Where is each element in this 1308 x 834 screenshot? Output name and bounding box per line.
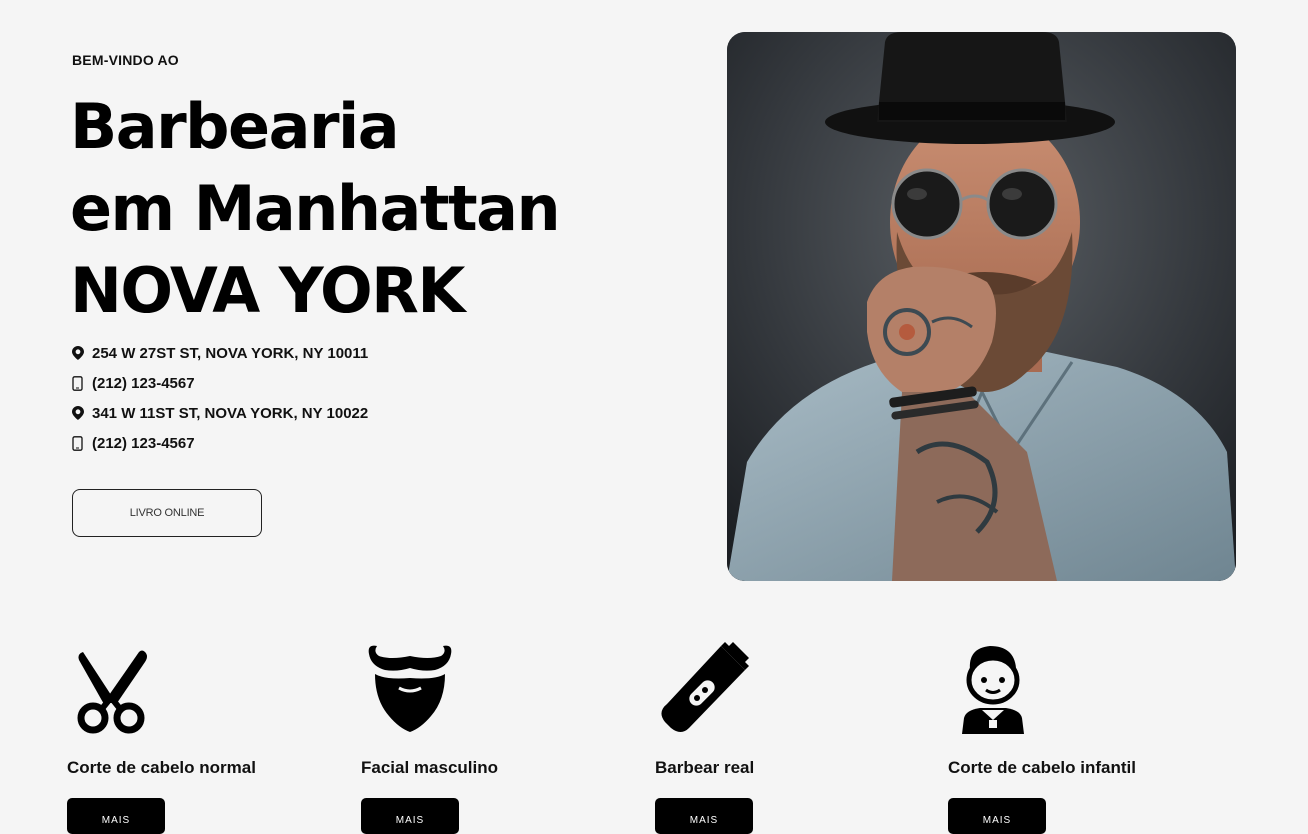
contact-phone-1[interactable]: (212) 123-4567 bbox=[72, 368, 368, 398]
service-card-haircut: Corte de cabelo normal MAIS bbox=[67, 640, 327, 834]
map-pin-icon bbox=[72, 406, 88, 420]
service-card-kids-haircut: Corte de cabelo infantil MAIS bbox=[948, 640, 1208, 834]
welcome-eyebrow: BEM-VINDO AO bbox=[72, 52, 179, 68]
phone-icon bbox=[72, 375, 88, 391]
service-title: Corte de cabelo normal bbox=[67, 758, 256, 777]
service-card-facial: Facial masculino MAIS bbox=[361, 640, 621, 834]
page-title: Barbearia em Manhattan NOVA YORK bbox=[70, 86, 561, 332]
contact-address-1-text: 254 W 27ST ST, NOVA YORK, NY 10011 bbox=[92, 344, 369, 362]
map-pin-icon bbox=[72, 346, 88, 360]
service-more-button[interactable]: MAIS bbox=[948, 798, 1046, 834]
page-title-line-2: em Manhattan bbox=[70, 172, 561, 245]
service-more-button[interactable]: MAIS bbox=[67, 798, 165, 834]
service-card-shave: Barbear real MAIS bbox=[655, 640, 915, 834]
book-online-button[interactable]: LIVRO ONLINE bbox=[72, 489, 262, 537]
hero-photo bbox=[727, 32, 1236, 581]
phone-icon bbox=[72, 435, 88, 451]
contact-phone-2[interactable]: (212) 123-4567 bbox=[72, 428, 368, 458]
bearded-man-illustration bbox=[727, 32, 1236, 581]
scissors-icon bbox=[71, 640, 171, 740]
page: BEM-VINDO AO Barbearia em Manhattan NOVA… bbox=[0, 0, 1308, 834]
page-title-line-1: Barbearia bbox=[70, 90, 400, 163]
contact-address-2: 341 W 11ST ST, NOVA YORK, NY 10022 bbox=[72, 398, 368, 428]
contact-address-2-text: 341 W 11ST ST, NOVA YORK, NY 10022 bbox=[92, 404, 369, 422]
contact-phone-2-text[interactable]: (212) 123-4567 bbox=[92, 435, 195, 452]
service-title: Barbear real bbox=[655, 758, 755, 777]
mustache-beard-icon bbox=[365, 640, 465, 740]
service-more-button[interactable]: MAIS bbox=[655, 798, 753, 834]
page-title-line-3: NOVA YORK bbox=[70, 254, 465, 327]
hair-clipper-icon bbox=[659, 640, 759, 740]
contact-address-1: 254 W 27ST ST, NOVA YORK, NY 10011 bbox=[72, 338, 368, 368]
service-more-button[interactable]: MAIS bbox=[361, 798, 459, 834]
service-title: Facial masculino bbox=[361, 758, 498, 777]
contact-phone-1-text[interactable]: (212) 123-4567 bbox=[92, 375, 195, 392]
contact-list: 254 W 27ST ST, NOVA YORK, NY 10011 (212)… bbox=[72, 338, 368, 458]
service-title: Corte de cabelo infantil bbox=[948, 758, 1136, 777]
child-face-icon bbox=[952, 640, 1052, 740]
